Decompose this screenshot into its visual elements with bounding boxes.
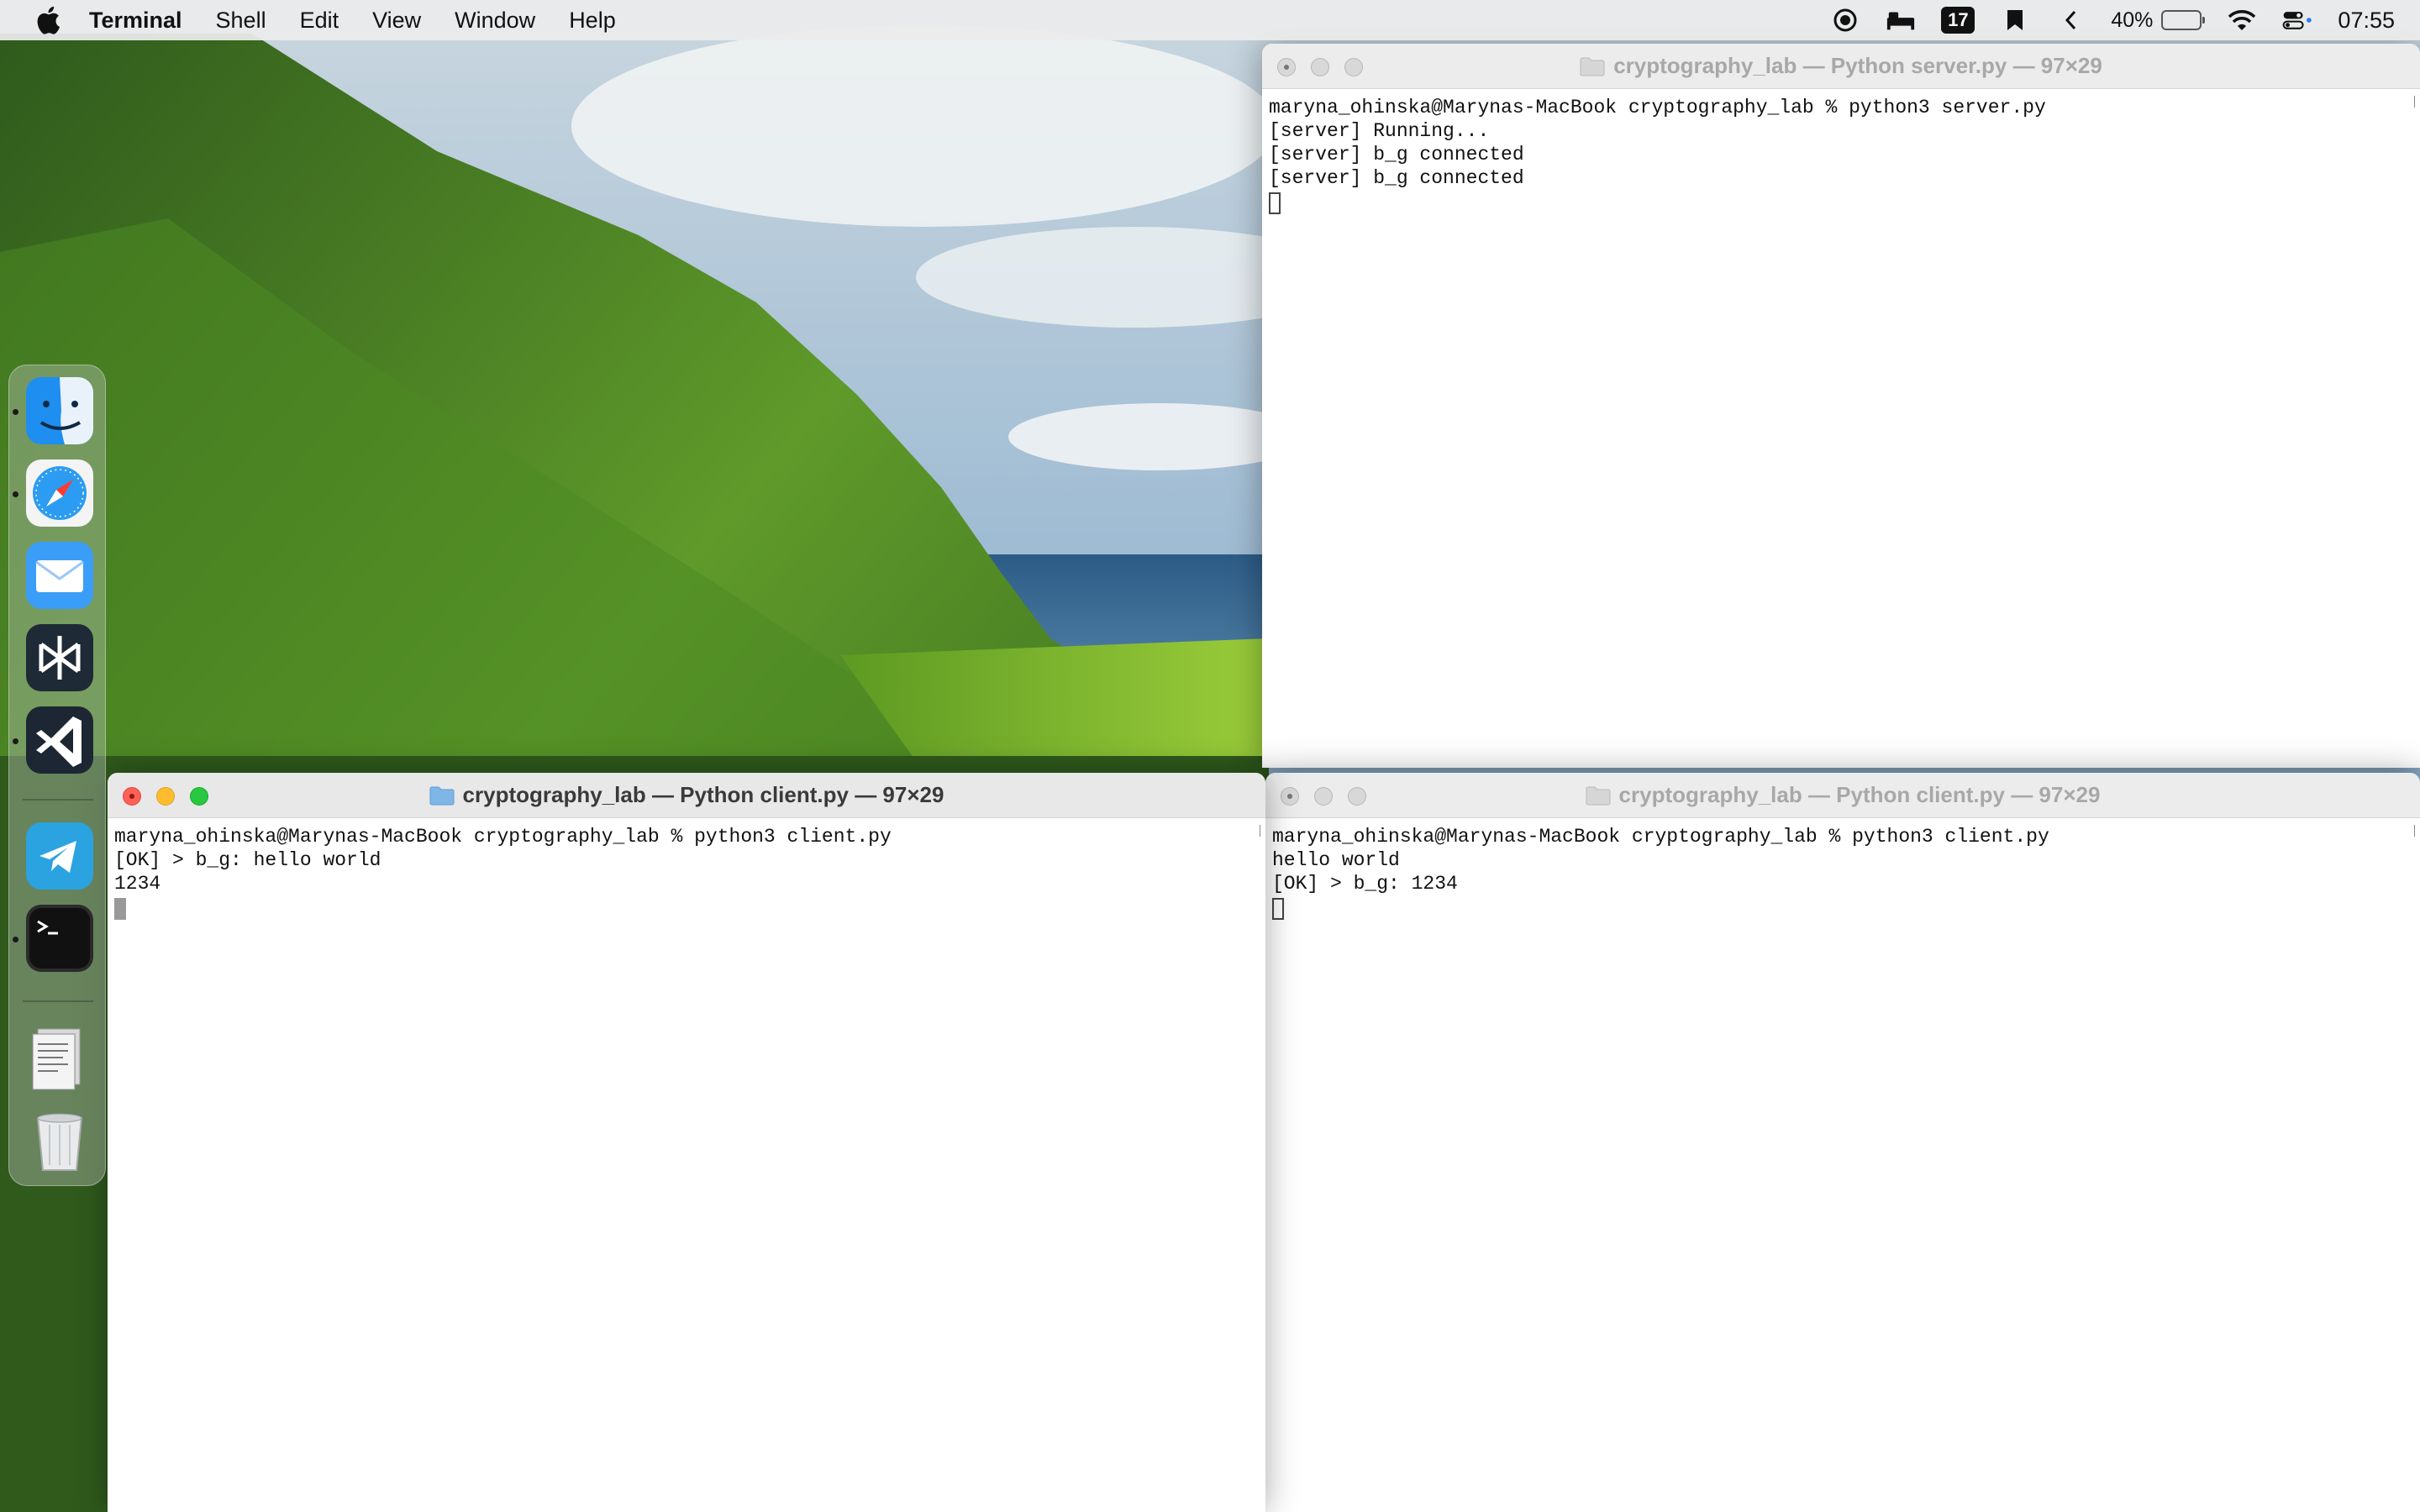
- perplexity-app-icon[interactable]: [26, 624, 93, 691]
- app-name-menu[interactable]: Terminal: [89, 8, 182, 34]
- window-title: cryptography_lab — Python server.py — 97…: [1613, 53, 2102, 78]
- dock: [8, 365, 106, 1186]
- safari-icon[interactable]: [26, 459, 93, 527]
- bookmark-icon[interactable]: [2000, 8, 2030, 33]
- terminal-output[interactable]: maryna_ohinska@Marynas-MacBook cryptogra…: [1262, 89, 2420, 221]
- running-indicator: [13, 738, 18, 744]
- text-cursor: [1272, 898, 1284, 920]
- battery-icon: [2161, 10, 2206, 30]
- terminal-output[interactable]: maryna_ohinska@Marynas-MacBook cryptogra…: [108, 818, 1265, 927]
- minimize-button[interactable]: [156, 787, 175, 806]
- close-button[interactable]: [1281, 787, 1299, 806]
- terminal-line: maryna_ohinska@Marynas-MacBook cryptogra…: [1272, 826, 2049, 848]
- scroll-indicator: [1257, 825, 1260, 837]
- window-titlebar[interactable]: cryptography_lab — Python server.py — 97…: [1262, 44, 2420, 89]
- dock-separator: [23, 799, 93, 801]
- minimize-button[interactable]: [1311, 58, 1329, 76]
- bed-icon[interactable]: [1886, 8, 1916, 33]
- text-cursor: [1269, 192, 1281, 214]
- window-titlebar[interactable]: cryptography_lab — Python client.py — 97…: [1265, 773, 2420, 818]
- maximize-button[interactable]: [190, 787, 208, 806]
- maximize-button[interactable]: [1344, 58, 1363, 76]
- terminal-window-server[interactable]: cryptography_lab — Python server.py — 97…: [1262, 44, 2420, 768]
- terminal-line: [OK] > b_g: 1234: [1272, 873, 1458, 895]
- menu-edit[interactable]: Edit: [300, 8, 339, 34]
- menu-bar: Terminal Shell Edit View Window Help 17 …: [0, 0, 2420, 40]
- folder-icon: [1586, 786, 1611, 805]
- close-button[interactable]: [1277, 58, 1296, 76]
- scroll-indicator: [2412, 96, 2415, 108]
- scroll-indicator: [2412, 825, 2415, 837]
- running-indicator: [13, 937, 18, 942]
- terminal-line: maryna_ohinska@Marynas-MacBook cryptogra…: [1269, 97, 2046, 118]
- menu-window[interactable]: Window: [455, 8, 535, 34]
- window-title: cryptography_lab — Python client.py — 97…: [462, 782, 944, 807]
- terminal-output[interactable]: maryna_ohinska@Marynas-MacBook cryptogra…: [1265, 818, 2420, 927]
- folder-icon: [1580, 57, 1605, 76]
- documents-stack-icon[interactable]: [26, 1024, 93, 1091]
- menu-view[interactable]: View: [372, 8, 421, 34]
- chevron-left-icon[interactable]: [2055, 8, 2086, 33]
- wifi-icon[interactable]: [2227, 8, 2257, 33]
- maximize-button[interactable]: [1348, 787, 1366, 806]
- window-titlebar[interactable]: cryptography_lab — Python client.py — 97…: [108, 773, 1265, 818]
- finder-icon[interactable]: [26, 377, 93, 444]
- mail-icon[interactable]: [26, 542, 93, 609]
- screen-record-icon[interactable]: [1830, 8, 1860, 33]
- terminal-line: [server] b_g connected: [1269, 144, 1524, 165]
- terminal-line: maryna_ohinska@Marynas-MacBook cryptogra…: [114, 826, 892, 848]
- menubar-clock[interactable]: 07:55: [2338, 8, 2395, 34]
- terminal-window-client-left[interactable]: cryptography_lab — Python client.py — 97…: [108, 773, 1265, 1512]
- folder-icon: [429, 786, 455, 805]
- terminal-line: hello world: [1272, 849, 1400, 871]
- vscode-icon[interactable]: [26, 706, 93, 774]
- apple-menu-icon[interactable]: [35, 6, 60, 34]
- running-indicator: [13, 491, 18, 497]
- terminal-line: [OK] > b_g: hello world: [114, 849, 381, 871]
- terminal-window-client-right[interactable]: cryptography_lab — Python client.py — 97…: [1265, 773, 2420, 1512]
- telegram-icon[interactable]: [26, 822, 93, 890]
- terminal-line: 1234: [114, 873, 161, 895]
- trash-icon[interactable]: [26, 1106, 93, 1173]
- minimize-button[interactable]: [1314, 787, 1333, 806]
- battery-status[interactable]: 40%: [2111, 8, 2206, 33]
- terminal-line: [server] Running...: [1269, 120, 1490, 142]
- menu-shell[interactable]: Shell: [216, 8, 266, 34]
- close-button[interactable]: [123, 787, 141, 806]
- terminal-icon[interactable]: [26, 905, 93, 972]
- terminal-line: [server] b_g connected: [1269, 167, 1524, 189]
- running-indicator: [13, 409, 18, 415]
- battery-percent: 40%: [2111, 8, 2154, 32]
- text-cursor: [114, 898, 126, 920]
- dock-separator: [23, 1000, 93, 1002]
- control-center-icon[interactable]: [2282, 8, 2312, 33]
- calendar-badge-icon[interactable]: 17: [1941, 7, 1975, 34]
- window-title: cryptography_lab — Python client.py — 97…: [1618, 782, 2101, 807]
- menu-help[interactable]: Help: [569, 8, 616, 34]
